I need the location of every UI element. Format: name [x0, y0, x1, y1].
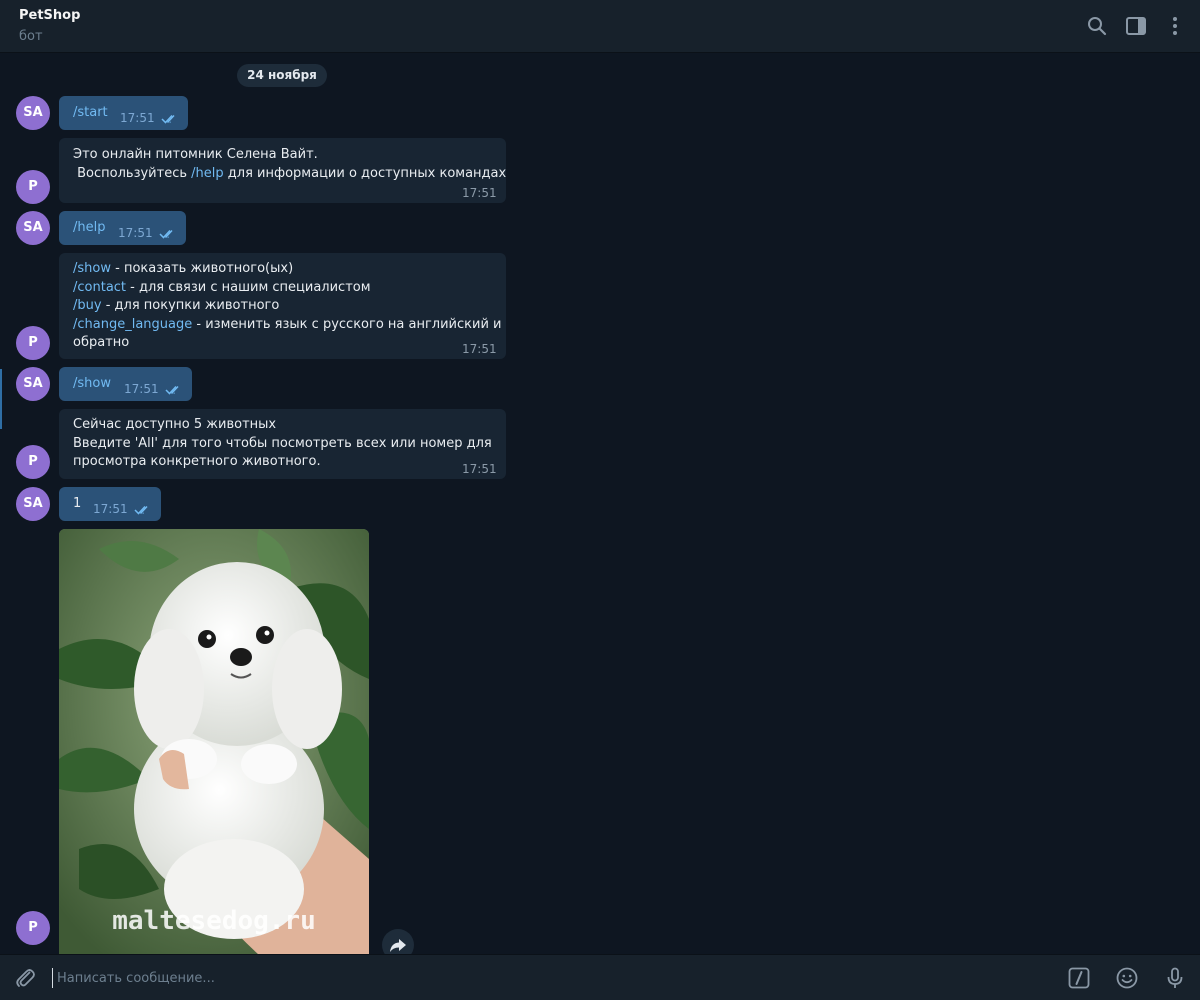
- message-text: просмотра конкретного животного.: [73, 454, 321, 469]
- avatar[interactable]: P: [16, 911, 50, 945]
- more-vertical-icon[interactable]: [1163, 14, 1187, 38]
- emoji-icon[interactable]: [1115, 966, 1139, 990]
- photo-message[interactable]: maltesedog.ru: [59, 529, 369, 954]
- message-composer: [0, 954, 1200, 1000]
- command-link[interactable]: /change_language: [73, 317, 192, 332]
- avatar[interactable]: P: [16, 326, 50, 360]
- read-receipt-icon: [161, 112, 179, 124]
- message-text: Воспользуйтесь /help для информации о до…: [73, 166, 507, 181]
- forward-icon: [390, 939, 406, 952]
- chat-subtitle: бот: [19, 29, 43, 44]
- message-time: 17:51: [120, 111, 155, 125]
- puppy-photo: maltesedog.ru: [59, 529, 369, 954]
- message-time: 17:51: [93, 502, 128, 516]
- message-text: Сейчас доступно 5 животных: [73, 417, 277, 432]
- avatar[interactable]: P: [16, 170, 50, 204]
- attach-icon[interactable]: [13, 966, 37, 990]
- command-link[interactable]: /show: [73, 261, 111, 276]
- message-input[interactable]: [52, 968, 652, 988]
- command-link[interactable]: /help: [191, 166, 223, 181]
- message-bubble-outgoing[interactable]: /help 17:51: [59, 211, 186, 245]
- message-text: Это онлайн питомник Селена Вайт.: [73, 147, 318, 162]
- command-link[interactable]: /show: [73, 375, 111, 393]
- read-receipt-icon: [165, 383, 183, 395]
- message-time: 17:51: [124, 382, 159, 396]
- bot-commands-icon[interactable]: [1067, 966, 1091, 990]
- command-line: /change_language - изменить язык с русск…: [73, 316, 502, 332]
- message-time: 17:51: [462, 462, 497, 476]
- message-bubble-incoming[interactable]: Сейчас доступно 5 животных Введите 'All'…: [59, 409, 506, 479]
- sidebar-toggle-icon[interactable]: [1124, 14, 1148, 38]
- command-link[interactable]: /help: [73, 219, 105, 237]
- message-bubble-incoming[interactable]: /show - показать животного(ых) /contact …: [59, 253, 506, 359]
- photo-watermark: maltesedog.ru: [112, 906, 316, 936]
- read-receipt-icon: [159, 227, 177, 239]
- command-line: /contact - для связи с нашим специалисто…: [73, 279, 371, 295]
- avatar[interactable]: SA: [16, 96, 50, 130]
- avatar[interactable]: SA: [16, 367, 50, 401]
- message-bubble-incoming[interactable]: Это онлайн питомник Селена Вайт. Восполь…: [59, 138, 506, 203]
- message-bubble-outgoing[interactable]: 1 17:51: [59, 487, 161, 521]
- scroll-indicator: [0, 369, 2, 429]
- command-line: /buy - для покупки животного: [73, 298, 280, 313]
- command-link[interactable]: /buy: [73, 298, 102, 313]
- message-time: 17:51: [462, 186, 497, 200]
- message-text: обратно: [73, 335, 130, 350]
- message-text: Введите 'All' для того чтобы посмотреть …: [73, 435, 492, 451]
- forward-button[interactable]: [382, 929, 414, 954]
- microphone-icon[interactable]: [1163, 966, 1187, 990]
- date-separator: 24 ноября: [237, 64, 327, 87]
- read-receipt-icon: [134, 503, 152, 515]
- message-time: 17:51: [118, 226, 153, 240]
- chat-header[interactable]: PetShop бот: [0, 0, 1200, 53]
- avatar[interactable]: SA: [16, 211, 50, 245]
- avatar[interactable]: P: [16, 445, 50, 479]
- message-bubble-outgoing[interactable]: /show 17:51: [59, 367, 192, 401]
- message-bubble-outgoing[interactable]: /start 17:51: [59, 96, 188, 130]
- message-list[interactable]: 24 ноября SA /start 17:51 P Это онлайн п…: [0, 54, 1200, 954]
- message-time: 17:51: [462, 342, 497, 356]
- avatar[interactable]: SA: [16, 487, 50, 521]
- command-line: /show - показать животного(ых): [73, 261, 294, 276]
- search-icon[interactable]: [1085, 14, 1109, 38]
- command-link[interactable]: /start: [73, 104, 108, 122]
- message-text: 1: [73, 496, 82, 511]
- command-link[interactable]: /contact: [73, 280, 126, 295]
- chat-title: PetShop: [19, 8, 81, 23]
